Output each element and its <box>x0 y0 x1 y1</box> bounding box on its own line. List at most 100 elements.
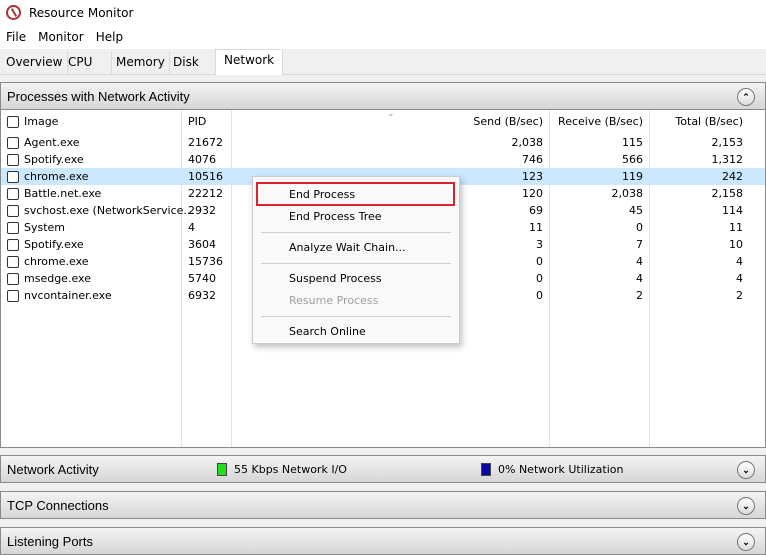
section-title: Listening Ports <box>7 533 93 549</box>
image-cell: svchost.exe (NetworkService... <box>24 204 194 217</box>
row-checkbox[interactable] <box>7 273 19 285</box>
menu-end-process[interactable]: End Process <box>289 188 355 201</box>
network-io-legend: 55 Kbps Network I/O <box>217 463 347 476</box>
menu-monitor[interactable]: Monitor <box>32 30 90 44</box>
expand-icon[interactable]: ⌄ <box>737 461 755 479</box>
total-cell: 1,312 <box>711 153 744 166</box>
image-cell: nvcontainer.exe <box>24 289 112 302</box>
tab-overview[interactable]: Overview <box>2 52 68 74</box>
highlight-box <box>256 182 455 206</box>
send-cell: 2,038 <box>511 136 544 149</box>
receive-cell: 0 <box>636 221 643 234</box>
pid-cell: 5740 <box>188 272 216 285</box>
receive-cell: 7 <box>636 238 643 251</box>
row-checkbox[interactable] <box>7 137 19 149</box>
total-cell: 242 <box>722 170 743 183</box>
menu-search-online[interactable]: Search Online <box>289 325 366 338</box>
section-title: Network Activity <box>7 461 99 477</box>
col-pid[interactable]: PID <box>188 115 206 128</box>
image-cell: msedge.exe <box>24 272 91 285</box>
tab-disk[interactable]: Disk <box>169 52 216 74</box>
context-menu: End Process End Process Tree Analyze Wai… <box>252 176 460 344</box>
tab-bar: Overview CPU Memory Disk Network <box>0 49 766 75</box>
col-send[interactable]: Send (B/sec) <box>473 115 543 128</box>
send-cell: 3 <box>536 238 543 251</box>
window-title: Resource Monitor <box>29 5 134 20</box>
image-cell: Spotify.exe <box>24 153 84 166</box>
pid-cell: 3604 <box>188 238 216 251</box>
select-all-checkbox[interactable] <box>7 116 19 128</box>
send-cell: 69 <box>529 204 543 217</box>
listening-ports-header[interactable]: Listening Ports ⌄ <box>0 527 766 555</box>
pid-cell: 22212 <box>188 187 223 200</box>
resource-monitor-icon <box>6 5 21 20</box>
expand-icon[interactable]: ⌄ <box>737 497 755 515</box>
section-title: TCP Connections <box>7 497 109 513</box>
menu-help[interactable]: Help <box>90 30 129 44</box>
title-bar: Resource Monitor <box>0 0 766 25</box>
menu-file[interactable]: File <box>0 30 32 44</box>
collapse-icon[interactable]: ⌃ <box>737 88 755 106</box>
row-checkbox[interactable] <box>7 256 19 268</box>
send-cell: 123 <box>522 170 543 183</box>
tab-network[interactable]: Network <box>215 49 284 75</box>
row-checkbox[interactable] <box>7 188 19 200</box>
row-checkbox[interactable] <box>7 290 19 302</box>
menu-analyze-wait-chain[interactable]: Analyze Wait Chain... <box>289 241 406 254</box>
pid-cell: 2932 <box>188 204 216 217</box>
row-checkbox[interactable] <box>7 154 19 166</box>
send-cell: 120 <box>522 187 543 200</box>
section-title: Processes with Network Activity <box>7 88 190 104</box>
pid-cell: 21672 <box>188 136 223 149</box>
menu-resume-process: Resume Process <box>289 294 379 307</box>
receive-cell: 2,038 <box>611 187 644 200</box>
table-row[interactable]: Spotify.exe 4076 746 566 1,312 <box>1 151 765 168</box>
processes-section-header[interactable]: Processes with Network Activity ⌃ <box>0 82 766 110</box>
receive-cell: 2 <box>636 289 643 302</box>
tab-memory[interactable]: Memory <box>112 52 170 74</box>
tab-cpu[interactable]: CPU <box>64 52 112 74</box>
image-cell: Agent.exe <box>24 136 80 149</box>
tcp-connections-header[interactable]: TCP Connections ⌄ <box>0 491 766 519</box>
send-cell: 746 <box>522 153 543 166</box>
total-cell: 11 <box>729 221 743 234</box>
send-cell: 11 <box>529 221 543 234</box>
pid-cell: 4 <box>188 221 195 234</box>
row-checkbox[interactable] <box>7 171 19 183</box>
total-cell: 114 <box>722 204 743 217</box>
receive-cell: 119 <box>622 170 643 183</box>
image-cell: chrome.exe <box>24 255 89 268</box>
receive-cell: 115 <box>622 136 643 149</box>
image-cell: chrome.exe <box>24 170 89 183</box>
col-receive[interactable]: Receive (B/sec) <box>558 115 643 128</box>
total-cell: 2,153 <box>711 136 744 149</box>
send-cell: 0 <box>536 255 543 268</box>
menu-end-process-tree[interactable]: End Process Tree <box>289 210 382 223</box>
pid-cell: 10516 <box>188 170 223 183</box>
network-activity-header[interactable]: Network Activity 55 Kbps Network I/O 0% … <box>0 455 766 483</box>
col-image[interactable]: Image <box>24 115 58 128</box>
table-row[interactable]: Agent.exe 21672 2,038 115 2,153 <box>1 134 765 151</box>
total-cell: 2 <box>736 289 743 302</box>
row-checkbox[interactable] <box>7 222 19 234</box>
pid-cell: 4076 <box>188 153 216 166</box>
expand-icon[interactable]: ⌄ <box>737 533 755 551</box>
network-util-legend: 0% Network Utilization <box>481 463 624 476</box>
image-cell: Battle.net.exe <box>24 187 102 200</box>
network-io-swatch <box>217 463 227 476</box>
row-checkbox[interactable] <box>7 205 19 217</box>
total-cell: 2,158 <box>711 187 744 200</box>
receive-cell: 4 <box>636 255 643 268</box>
total-cell: 10 <box>729 238 743 251</box>
image-cell: System <box>24 221 66 234</box>
menu-suspend-process[interactable]: Suspend Process <box>289 272 382 285</box>
pid-cell: 6932 <box>188 289 216 302</box>
table-header: Image PID Send (B/sec) Receive (B/sec) T… <box>1 109 765 133</box>
total-cell: 4 <box>736 272 743 285</box>
send-cell: 0 <box>536 289 543 302</box>
row-checkbox[interactable] <box>7 239 19 251</box>
image-cell: Spotify.exe <box>24 238 84 251</box>
col-total[interactable]: Total (B/sec) <box>675 115 743 128</box>
send-cell: 0 <box>536 272 543 285</box>
pid-cell: 15736 <box>188 255 223 268</box>
